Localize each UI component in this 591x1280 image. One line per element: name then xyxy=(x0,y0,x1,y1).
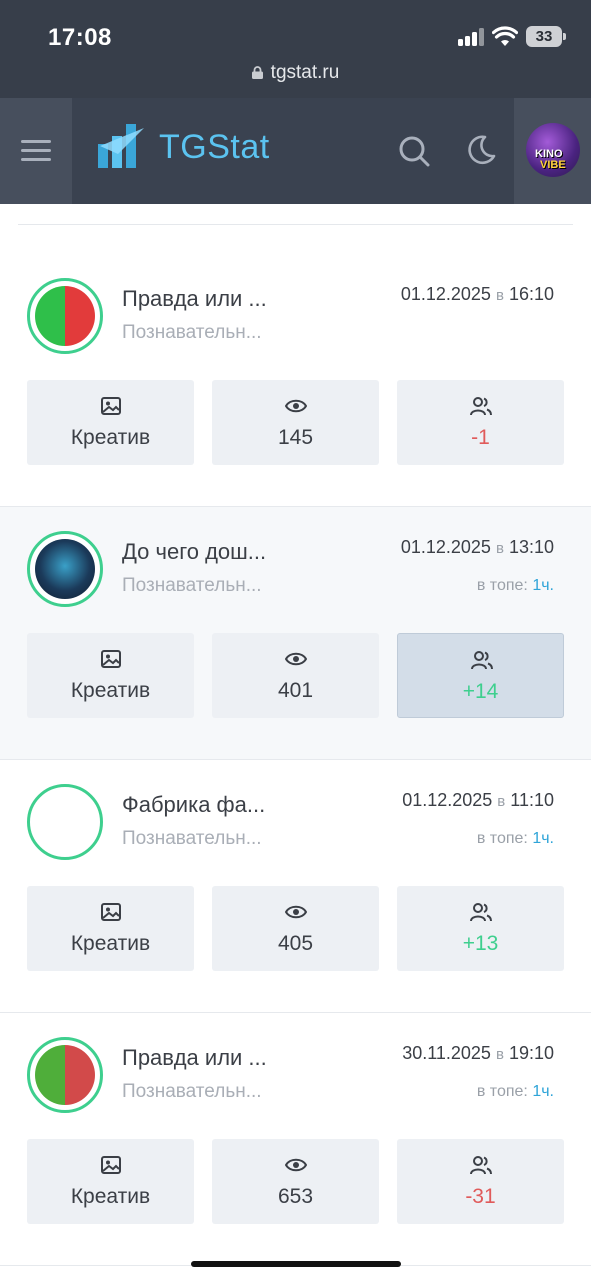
date-at: в xyxy=(495,287,504,304)
top-label: в топе: xyxy=(476,830,528,847)
top-value: 1ч. xyxy=(532,830,554,847)
eye-icon xyxy=(285,652,307,666)
signal-icon xyxy=(458,28,486,46)
subscribers-value: +13 xyxy=(462,932,499,955)
post-date: 01.12.2025 в 13:10 xyxy=(401,537,554,558)
creative-button[interactable]: Креатив xyxy=(27,633,194,718)
top-duration: в топе: 1ч. xyxy=(477,1083,554,1101)
post-card[interactable]: Правда или ... Познавательн... 01.12.202… xyxy=(0,254,591,507)
creative-button[interactable]: Креатив xyxy=(27,380,194,465)
channel-avatar[interactable] xyxy=(27,784,103,860)
date-at: в xyxy=(497,793,506,810)
eye-icon xyxy=(285,905,307,919)
channel-title[interactable]: До чего дош... xyxy=(122,539,266,565)
date-value: 01.12.2025 xyxy=(400,284,491,304)
creative-label: Креатив xyxy=(70,426,151,449)
subscribers-stat[interactable]: -1 xyxy=(397,380,564,465)
creative-label: Креатив xyxy=(70,932,151,955)
creative-button[interactable]: Креатив xyxy=(27,1139,194,1224)
creative-button[interactable]: Креатив xyxy=(27,886,194,971)
channel-title[interactable]: Фабрика фа... xyxy=(122,792,265,818)
eye-icon xyxy=(285,399,307,413)
hamburger-icon xyxy=(21,140,51,143)
image-icon xyxy=(101,1156,121,1174)
menu-button[interactable] xyxy=(0,98,72,204)
subscribers-value: -1 xyxy=(471,426,490,449)
users-icon xyxy=(470,397,492,416)
date-value: 01.12.2025 xyxy=(402,790,493,810)
time-value: 19:10 xyxy=(508,1043,554,1063)
users-icon xyxy=(470,1156,492,1175)
channel-avatar[interactable] xyxy=(27,1037,103,1113)
channel-category: Познавательн... xyxy=(122,322,262,343)
date-value: 30.11.2025 xyxy=(402,1043,491,1063)
top-value: 1ч. xyxy=(532,577,554,594)
top-value: 1ч. xyxy=(532,1083,554,1100)
post-date: 30.11.2025 в 19:10 xyxy=(402,1043,554,1064)
browser-chrome: 17:08 33 tgstat.ru xyxy=(0,0,591,98)
channel-category: Познавательн... xyxy=(122,575,262,596)
time-value: 13:10 xyxy=(508,537,554,557)
channel-avatar[interactable] xyxy=(27,278,103,354)
views-stat[interactable]: 401 xyxy=(212,633,379,718)
image-icon xyxy=(101,903,121,921)
url-text: tgstat.ru xyxy=(270,62,340,83)
time-value: 16:10 xyxy=(508,284,554,304)
battery-icon: 33 xyxy=(526,26,566,47)
brand-name[interactable]: TGStat xyxy=(159,128,270,167)
channel-avatar[interactable] xyxy=(27,531,103,607)
wifi-icon xyxy=(492,26,518,46)
moon-icon[interactable] xyxy=(465,134,497,166)
views-value: 653 xyxy=(277,1185,314,1208)
subscribers-value: -31 xyxy=(465,1185,496,1208)
views-value: 401 xyxy=(277,679,314,702)
status-time: 17:08 xyxy=(48,24,112,51)
user-menu[interactable]: KINO VIBE xyxy=(514,98,591,204)
channel-category: Познавательн... xyxy=(122,828,262,849)
top-label: в топе: xyxy=(476,1083,528,1100)
site-header: TGStat KINO VIBE xyxy=(0,98,591,204)
channel-category: Познавательн... xyxy=(122,1081,262,1102)
date-at: в xyxy=(495,1046,504,1063)
date-value: 01.12.2025 xyxy=(400,537,491,557)
top-label: в топе: xyxy=(476,577,528,594)
home-indicator[interactable] xyxy=(191,1261,401,1267)
views-stat[interactable]: 145 xyxy=(212,380,379,465)
subscribers-stat[interactable]: -31 xyxy=(397,1139,564,1224)
post-card[interactable]: Фабрика фа... Познавательн... 01.12.2025… xyxy=(0,760,591,1013)
image-icon xyxy=(101,650,121,668)
image-icon xyxy=(101,397,121,415)
views-stat[interactable]: 405 xyxy=(212,886,379,971)
users-icon xyxy=(470,903,492,922)
avatar-text-vibe: VIBE xyxy=(540,159,566,171)
post-date: 01.12.2025 в 16:10 xyxy=(401,284,554,305)
creative-label: Креатив xyxy=(70,679,151,702)
divider xyxy=(18,224,573,225)
views-stat[interactable]: 653 xyxy=(212,1139,379,1224)
avatar[interactable]: KINO VIBE xyxy=(526,123,580,177)
post-card[interactable]: Правда или ... Познавательн... 30.11.202… xyxy=(0,1013,591,1266)
views-value: 145 xyxy=(277,426,314,449)
creative-label: Креатив xyxy=(70,1185,151,1208)
post-card[interactable]: До чего дош... Познавательн... 01.12.202… xyxy=(0,507,591,760)
top-duration: в топе: 1ч. xyxy=(477,577,554,595)
channel-title[interactable]: Правда или ... xyxy=(122,1045,267,1071)
time-value: 11:10 xyxy=(510,790,554,810)
users-icon xyxy=(471,651,493,670)
lock-icon xyxy=(251,66,263,79)
tgstat-logo-icon[interactable] xyxy=(98,124,146,170)
channel-title[interactable]: Правда или ... xyxy=(122,286,267,312)
views-value: 405 xyxy=(277,932,314,955)
subscribers-stat[interactable]: +13 xyxy=(397,886,564,971)
address-bar[interactable]: tgstat.ru xyxy=(0,62,591,84)
date-at: в xyxy=(495,540,504,557)
post-date: 01.12.2025 в 11:10 xyxy=(402,790,554,811)
top-duration: в топе: 1ч. xyxy=(477,830,554,848)
search-icon[interactable] xyxy=(398,135,430,167)
subscribers-value: +14 xyxy=(462,680,499,703)
subscribers-stat[interactable]: +14 xyxy=(397,633,564,718)
eye-icon xyxy=(285,1158,307,1172)
